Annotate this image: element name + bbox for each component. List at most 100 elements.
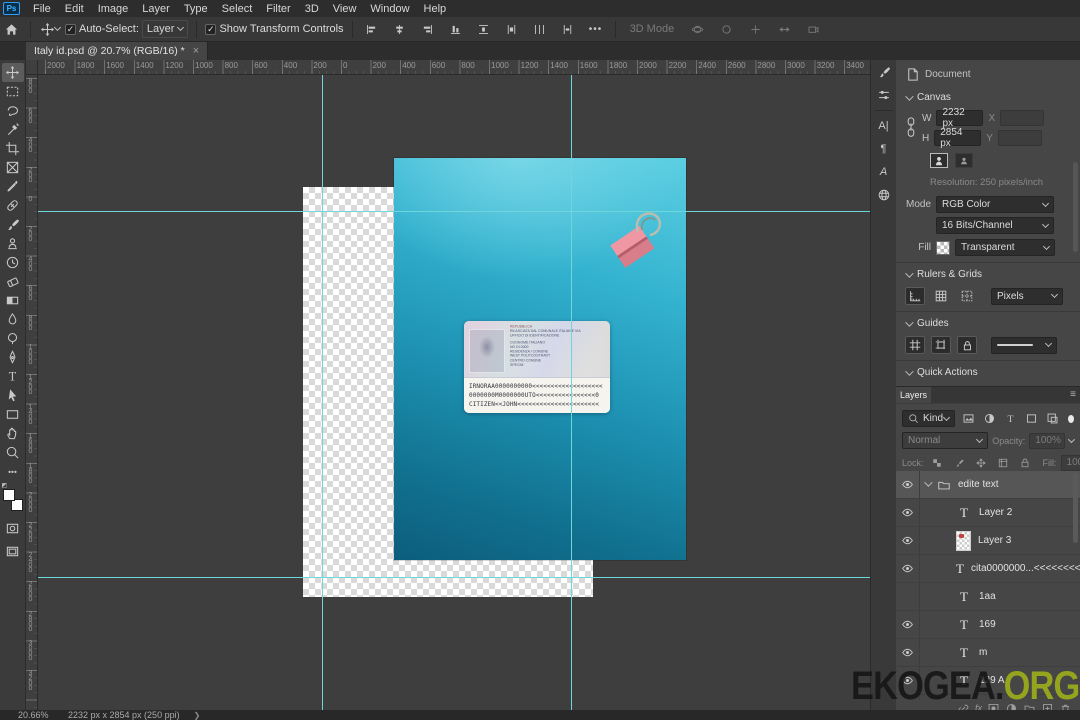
new-guide-layout-button[interactable] (905, 336, 925, 354)
brush-settings-icon[interactable] (873, 61, 895, 83)
guide-horizontal[interactable] (38, 577, 870, 578)
frame-tool[interactable] (2, 158, 24, 177)
rulers-grids-section-header[interactable]: Rulers & Grids (896, 268, 1080, 280)
menu-3d[interactable]: 3D (298, 3, 326, 15)
distribute-top-icon[interactable] (473, 20, 495, 39)
roll-3d-icon[interactable] (715, 20, 737, 39)
shape-layers-filter-icon[interactable] (1022, 410, 1041, 427)
visibility-toggle[interactable] (896, 526, 920, 555)
type-tool[interactable]: T (2, 367, 24, 386)
portrait-orientation-button[interactable] (930, 153, 948, 168)
home-icon[interactable] (0, 20, 22, 39)
brush-tool[interactable] (2, 215, 24, 234)
chevron-down-icon[interactable] (924, 478, 933, 490)
pan-3d-icon[interactable] (744, 20, 766, 39)
bit-depth-dropdown[interactable]: 16 Bits/Channel (936, 217, 1054, 234)
close-icon[interactable]: × (193, 46, 199, 57)
marquee-tool[interactable] (2, 82, 24, 101)
libraries-panel-icon[interactable] (873, 184, 895, 206)
canvas-pasteboard[interactable]: REPUBBLICA RILASCIATA DAL COMUNALE ITALIA… (38, 75, 870, 710)
canvas-section-header[interactable]: Canvas (896, 91, 1080, 103)
clone-stamp-tool[interactable] (2, 234, 24, 253)
adjustment-layers-filter-icon[interactable] (980, 410, 999, 427)
ruler-corner[interactable] (26, 60, 38, 75)
hand-tool[interactable] (2, 424, 24, 443)
visibility-toggle[interactable] (896, 554, 920, 583)
orbit-3d-icon[interactable] (686, 20, 708, 39)
zoom-tool[interactable] (2, 443, 24, 462)
document-tab[interactable]: Italy id.psd @ 20.7% (RGB/16) * × (26, 42, 209, 60)
lock-artboard-icon[interactable] (994, 454, 1013, 471)
zoom-level-field[interactable]: 20.66% (18, 710, 54, 720)
layer-row[interactable]: Tm (896, 638, 1080, 667)
guide-vertical[interactable] (322, 75, 323, 710)
menu-edit[interactable]: Edit (58, 3, 91, 15)
eraser-tool[interactable] (2, 272, 24, 291)
color-mode-dropdown[interactable]: RGB Color (936, 196, 1054, 213)
visibility-toggle[interactable] (896, 610, 920, 639)
panel-menu-icon[interactable]: ≡ (1066, 387, 1080, 403)
guide-horizontal[interactable] (38, 211, 870, 212)
menu-select[interactable]: Select (215, 3, 260, 15)
gradient-tool[interactable] (2, 291, 24, 310)
quick-mask-button[interactable] (2, 519, 24, 538)
layer-row[interactable]: edite text (896, 471, 1080, 499)
visibility-toggle-hidden[interactable] (896, 582, 920, 611)
visibility-toggle[interactable] (896, 498, 920, 527)
distribute-bottom-icon[interactable] (529, 20, 551, 39)
guide-vertical[interactable] (571, 75, 572, 710)
lasso-tool[interactable] (2, 101, 24, 120)
layer-row[interactable]: T Layer 2 (896, 498, 1080, 527)
character-panel-icon[interactable]: A| (873, 115, 895, 137)
width-input[interactable]: 2232 px (936, 107, 984, 129)
fill-swatch[interactable] (936, 240, 950, 255)
guide-style-dropdown[interactable] (991, 336, 1057, 354)
lock-position-icon[interactable] (972, 454, 991, 471)
paragraph-panel-icon[interactable]: ¶ (873, 138, 895, 160)
properties-scrollbar[interactable] (1073, 162, 1078, 252)
more-options-icon[interactable]: ••• (585, 20, 607, 39)
ruler-toggle-button[interactable] (905, 287, 925, 305)
menu-filter[interactable]: Filter (259, 3, 297, 15)
photoshop-logo[interactable]: Ps (3, 2, 20, 15)
lock-guides-button[interactable] (957, 336, 977, 354)
color-chips[interactable]: ◩ (2, 483, 23, 511)
guides-from-shape-button[interactable] (931, 336, 951, 354)
visibility-toggle[interactable] (896, 638, 920, 667)
tab-layers[interactable]: Layers (896, 387, 932, 403)
layers-scrollbar[interactable] (1073, 473, 1078, 543)
auto-select-control[interactable]: ✓ Auto-Select: Layer (65, 20, 189, 38)
distribute-vertical-icon[interactable] (501, 20, 523, 39)
landscape-orientation-button[interactable] (955, 153, 973, 168)
type-layers-filter-icon[interactable]: T (1001, 410, 1020, 427)
align-bottom-edges-icon[interactable] (445, 20, 467, 39)
menu-type[interactable]: Type (177, 3, 215, 15)
menu-view[interactable]: View (326, 3, 364, 15)
healing-tool[interactable] (2, 196, 24, 215)
menu-help[interactable]: Help (417, 3, 454, 15)
path-select-tool[interactable] (2, 386, 24, 405)
blur-tool[interactable] (2, 310, 24, 329)
default-colors-icon[interactable]: ◩ (2, 482, 8, 489)
menu-window[interactable]: Window (363, 3, 416, 15)
show-transform-checkbox[interactable]: ✓ (205, 23, 217, 35)
edit-toolbar-tool[interactable]: ••• (2, 462, 24, 481)
menu-layer[interactable]: Layer (135, 3, 177, 15)
layer-row[interactable]: Layer 3 (896, 526, 1080, 555)
guides-section-header[interactable]: Guides (896, 317, 1080, 329)
horizontal-ruler[interactable]: 2000 1800 1600 1400 1200 1000 800 600 400 200 0 200… (26, 60, 870, 75)
layer-filter-toggle[interactable] (1067, 414, 1074, 423)
lock-transparent-icon[interactable] (928, 454, 947, 471)
auto-select-checkbox[interactable]: ✓ (65, 23, 76, 35)
layer-filter-kind-dropdown[interactable]: Kind (902, 410, 955, 427)
layer-row[interactable]: T 129 A (896, 666, 1080, 695)
move-tool[interactable] (1, 63, 24, 82)
pen-tool[interactable] (2, 348, 24, 367)
tool-presets-icon[interactable] (873, 84, 895, 106)
show-transform-control[interactable]: ✓ Show Transform Controls (205, 23, 344, 35)
camera-3d-icon[interactable] (802, 20, 824, 39)
layer-row[interactable]: Tcita0000000...<<<<<<<<0 d (896, 554, 1080, 583)
ruler-units-dropdown[interactable]: Pixels (991, 287, 1063, 305)
distribute-gaps-icon[interactable] (557, 20, 579, 39)
move-tool-icon[interactable] (39, 20, 62, 39)
